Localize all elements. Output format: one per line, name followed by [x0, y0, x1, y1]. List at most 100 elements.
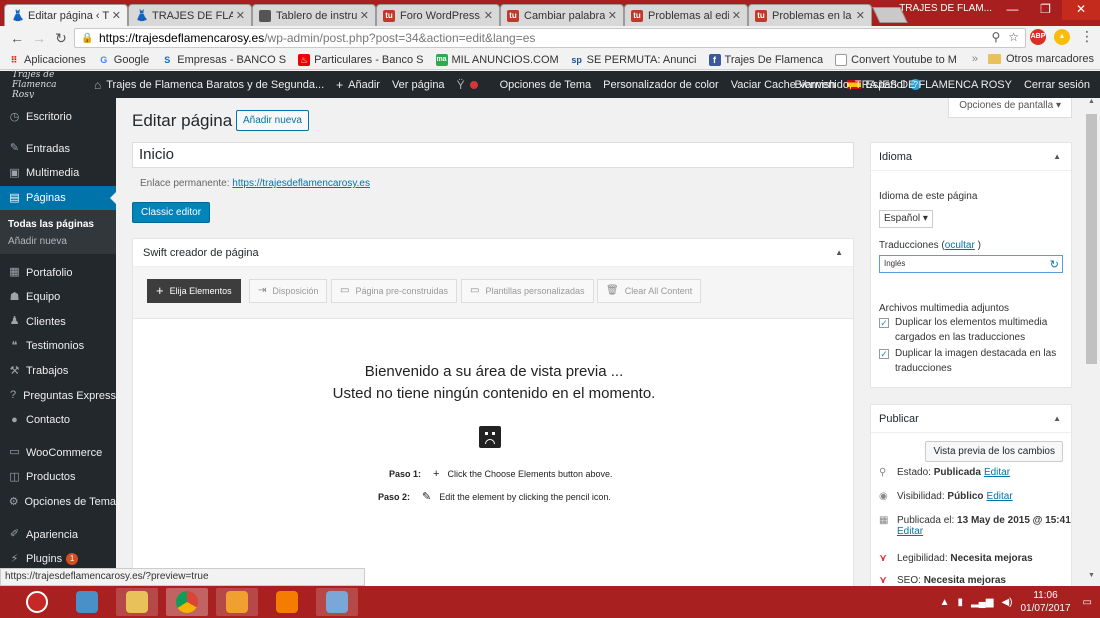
swift-builder-header[interactable]: Swift creador de página ▲ [133, 239, 853, 267]
sidebar-item-apariencia[interactable]: ✐ Apariencia [0, 522, 116, 547]
clear-content-button[interactable]: 🗑 Clear All Content [597, 279, 702, 303]
close-icon[interactable]: ✕ [732, 9, 741, 22]
scroll-down-icon[interactable]: ▼ [1083, 572, 1100, 586]
bookmark-facebook[interactable]: f Trajes De Flamenca [708, 53, 823, 66]
restore-icon[interactable]: ❐ [1029, 0, 1062, 20]
publish-box-header[interactable]: Publicar ▲ [871, 405, 1071, 433]
page-scrollbar[interactable]: ▲ ▼ [1083, 98, 1100, 586]
adminbar-logout[interactable]: Cerrar sesión [1024, 79, 1090, 91]
language-box-header[interactable]: Idioma ▲ [871, 143, 1071, 171]
sidebar-item-portafolio[interactable]: ▦ Portafolio [0, 260, 116, 285]
sidebar-item-preguntas[interactable]: ? Preguntas Express [0, 383, 116, 408]
explorer-app-button[interactable] [116, 588, 158, 616]
sidebar-item-clientes[interactable]: ♟ Clientes [0, 310, 116, 335]
adminbar-add[interactable]: + Añadir [336, 78, 380, 92]
tab-foro[interactable]: tu Foro WordPress. ✕ [376, 4, 500, 26]
screen-options-button[interactable]: Opciones de pantalla ▾ [948, 98, 1072, 118]
bookmark-particulares[interactable]: ♨ Particulares - Banco S [298, 53, 424, 66]
sidebar-item-paginas[interactable]: ▤ Páginas [0, 185, 116, 211]
bookmark-empresas[interactable]: S Empresas - BANCO S [161, 54, 286, 66]
adminbar-view-page[interactable]: Ver página [392, 79, 445, 91]
add-new-button[interactable]: Añadir nueva [236, 110, 309, 131]
volume-icon[interactable]: ◀) [1001, 597, 1012, 608]
scroll-up-icon[interactable]: ▲ [1083, 98, 1100, 112]
checkbox-checked-icon[interactable]: ✓ [879, 318, 889, 328]
tab-cambiar[interactable]: tu Cambiar palabras ✕ [500, 4, 624, 26]
chrome-app-button[interactable] [166, 588, 208, 616]
reload-icon[interactable]: ↻ [50, 30, 72, 47]
edit-status-link[interactable]: Editar [984, 467, 1010, 478]
bookmark-google[interactable]: G Google [98, 54, 149, 66]
sidebar-item-contacto[interactable]: ● Contacto [0, 408, 116, 433]
signal-icon[interactable]: ▂▄▆ [971, 597, 993, 608]
custom-templates-button[interactable]: ▭ Plantillas personalizadas [461, 279, 594, 303]
notifications-icon[interactable]: ▭ [1083, 597, 1092, 608]
sidebar-subitem-anadir[interactable]: Añadir nueva [0, 233, 116, 250]
chevron-right-icon[interactable]: » [972, 53, 978, 65]
power-app-button[interactable] [16, 588, 58, 616]
tab-problemas-pagina[interactable]: tu Problemas en la p ✕ [748, 4, 872, 26]
tab-trajes[interactable]: 👗 TRAJES DE FLAME ✕ [128, 4, 252, 26]
close-icon[interactable]: ✕ [360, 9, 369, 22]
close-icon[interactable]: ✕ [856, 9, 865, 22]
sidebar-subitem-todas[interactable]: Todas las páginas [0, 216, 116, 233]
permalink-link[interactable]: https://trajesdeflamencarosy.es [232, 178, 370, 189]
tab-tablero[interactable]: Tablero de instruc ✕ [252, 4, 376, 26]
edit-date-link[interactable]: Editar [897, 526, 923, 537]
url-input[interactable]: 🔒 https://trajesdeflamencarosy.es/wp-adm… [74, 28, 1026, 48]
forward-icon[interactable]: → [28, 30, 50, 46]
sidebar-item-testimonios[interactable]: ❝ Testimonios [0, 334, 116, 359]
sidebar-item-multimedia[interactable]: ▣ Multimedia [0, 161, 116, 186]
adminbar-color-customizer[interactable]: Personalizador de color [603, 79, 719, 91]
adminbar-site-name[interactable]: ⌂ Trajes de Flamenca Baratos y de Segund… [94, 78, 324, 92]
bookmark-milanuncios[interactable]: ma MIL ANUNCIOS.COM [435, 53, 559, 66]
close-window-icon[interactable]: ✕ [1062, 0, 1100, 20]
duplicate-featured-checkbox[interactable]: ✓ Duplicar la imagen destacada en las tr… [879, 347, 1063, 376]
close-icon[interactable]: ✕ [608, 9, 617, 22]
preview-changes-button[interactable]: Vista previa de los cambios [925, 441, 1063, 462]
network-app-button[interactable] [66, 588, 108, 616]
adminbar-theme-options[interactable]: Opciones de Tema [500, 79, 592, 91]
translation-input[interactable]: Inglés ↻ [879, 255, 1063, 273]
sidebar-item-equipo[interactable]: ☗ Equipo [0, 285, 116, 310]
edit-visibility-link[interactable]: Editar [987, 491, 1013, 502]
minimize-icon[interactable]: — [996, 0, 1029, 20]
refresh-icon[interactable]: ↻ [1050, 257, 1059, 273]
hide-translations-link[interactable]: ocultar [945, 240, 975, 251]
bookmark-apps[interactable]: ⠿ Aplicaciones [8, 54, 85, 66]
scroll-thumb[interactable] [1086, 114, 1097, 364]
star-icon[interactable]: ☆ [1008, 30, 1019, 44]
sidebar-item-entradas[interactable]: ✎ Entradas [0, 137, 116, 162]
battery-icon[interactable]: ▮ [957, 597, 963, 608]
choose-elements-button[interactable]: + Elija Elementos [147, 279, 241, 303]
adminbar-welcome[interactable]: Bienvenido, TRAJES DE FLAMENCA ROSY [795, 79, 1012, 91]
collapse-arrow-icon[interactable]: ▲ [1053, 143, 1061, 171]
post-title-input[interactable]: Inicio [132, 142, 854, 168]
adblock-icon[interactable]: ABP [1030, 29, 1046, 45]
site-logo[interactable]: Trajes de Flamenca Rosy [0, 70, 80, 100]
paint-app-button[interactable] [316, 588, 358, 616]
tray-expand-icon[interactable]: ▲ [940, 597, 950, 608]
tab-problemas-editar[interactable]: tu Problemas al edit ✕ [624, 4, 748, 26]
outlook-app-button[interactable] [216, 588, 258, 616]
back-icon[interactable]: ← [6, 30, 28, 46]
page-language-select[interactable]: Español ▾ [879, 210, 933, 228]
collapse-arrow-icon[interactable]: ▲ [835, 239, 843, 267]
close-icon[interactable]: ✕ [236, 9, 245, 22]
analytics-app-button[interactable] [266, 588, 308, 616]
zoom-icon[interactable]: ⚲ [991, 30, 1000, 44]
bookmark-youtube[interactable]: Convert Youtube to M [835, 53, 957, 66]
extension-icon[interactable]: ▲ [1054, 29, 1070, 45]
prebuilt-pages-button[interactable]: ▭ Página pre-construidas [331, 279, 458, 303]
sidebar-item-trabajos[interactable]: ⚒ Trabajos [0, 359, 116, 384]
checkbox-checked-icon[interactable]: ✓ [879, 349, 889, 359]
close-icon[interactable]: ✕ [112, 9, 121, 22]
clock[interactable]: 11:06 01/07/2017 [1020, 589, 1070, 615]
sidebar-item-woocommerce[interactable]: ▭ WooCommerce [0, 441, 116, 466]
other-bookmarks[interactable]: » Otros marcadores [972, 53, 1094, 65]
layout-button[interactable]: ⇥ Disposición [249, 279, 328, 303]
adminbar-yoast[interactable]: Ÿ [457, 78, 478, 92]
close-icon[interactable]: ✕ [484, 9, 493, 22]
tab-editar-pagina[interactable]: 👗 Editar página ‹ Tr ✕ [4, 4, 128, 26]
bookmark-permuta[interactable]: sp SE PERMUTA: Anunci [571, 54, 696, 66]
